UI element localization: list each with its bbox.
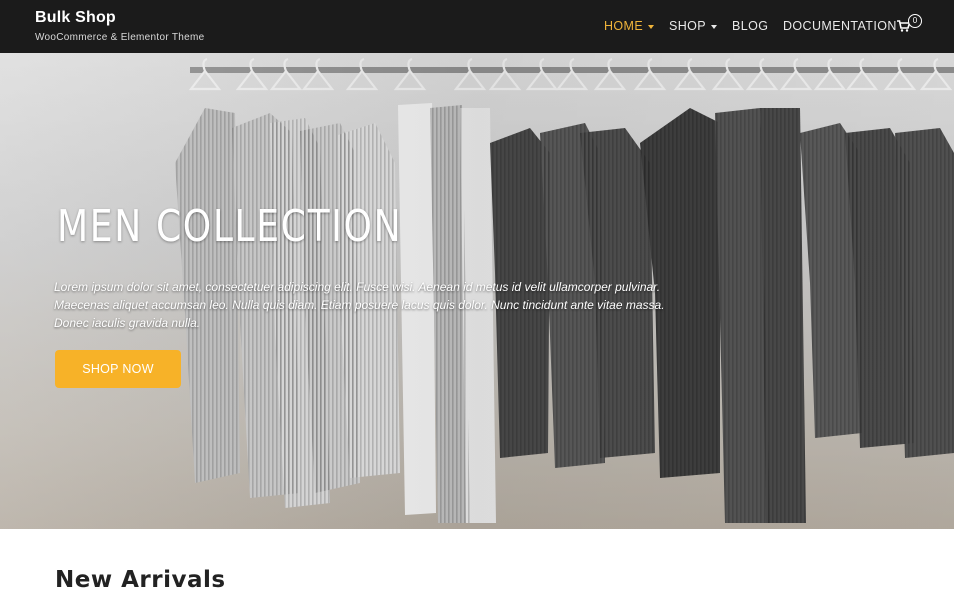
cart-count-badge: 0 [908,14,922,28]
nav-item-label: DOCUMENTATION [783,19,897,33]
nav-item-label: BLOG [732,19,769,33]
nav-item-documentation[interactable]: DOCUMENTATION [783,19,897,33]
nav-item-label: SHOP [669,19,707,33]
hero-title: MEN COLLECTION [57,201,403,252]
shop-now-button[interactable]: SHOP NOW [55,350,181,388]
nav-item-shop[interactable]: SHOP [669,19,718,33]
chevron-down-icon [648,24,655,29]
nav-item-label: HOME [604,19,644,33]
site-header: Bulk Shop WooCommerce & Elementor Theme … [0,0,954,53]
nav-item-blog[interactable]: BLOG [732,19,768,33]
hero-banner: MEN COLLECTION Lorem ipsum dolor sit ame… [0,53,954,529]
cart-button[interactable]: 0 [895,14,925,38]
main-nav: HOME SHOP BLOG DOCUMENTATION 0 [0,0,954,53]
new-arrivals-heading: New Arrivals [55,567,226,593]
hero-description: Lorem ipsum dolor sit amet, consectetuer… [54,280,665,330]
chevron-down-icon [711,24,718,29]
nav-item-home[interactable]: HOME [604,19,655,33]
